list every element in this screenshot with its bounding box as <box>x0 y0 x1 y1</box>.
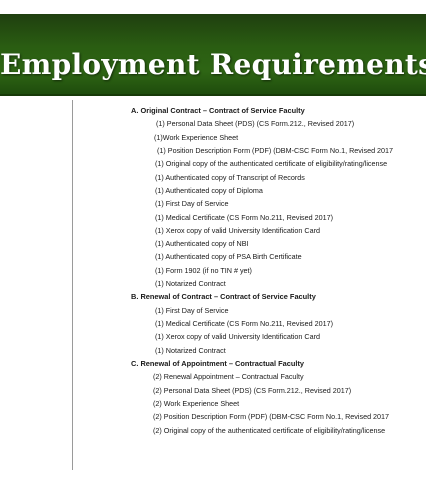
requirement-item: (2) Original copy of the authenticated c… <box>153 425 386 435</box>
requirement-item: (1) Position Description Form (PDF) (DBM… <box>157 146 394 155</box>
requirement-item: (1) Xerox copy of valid University Ident… <box>155 225 320 235</box>
requirement-item: (1) Authenticated copy of Diploma <box>155 185 263 195</box>
margin-line <box>72 100 73 470</box>
page-title: Employment Requirements <box>0 48 426 81</box>
section-heading: B. Renewal of Contract – Contract of Ser… <box>131 292 316 302</box>
requirement-item: (1) First Day of Service <box>155 199 229 209</box>
requirement-item: (1) Authenticated copy of NBI <box>155 239 249 249</box>
requirement-item: (1)Work Experience Sheet <box>154 132 239 142</box>
requirement-item: (2) Personal Data Sheet (PDS) (CS Form.2… <box>153 385 352 395</box>
section-heading: C. Renewal of Appointment – Contractual … <box>131 358 305 368</box>
requirement-item: (1) Original copy of the authenticated c… <box>155 159 388 169</box>
requirement-item: (1) Authenticated copy of PSA Birth Cert… <box>155 252 302 262</box>
top-band <box>0 0 426 14</box>
requirement-item: (1) Notarized Contract <box>155 345 226 355</box>
requirement-item: (1) Personal Data Sheet (PDS) (CS Form.2… <box>156 119 355 129</box>
requirement-item: (1) Medical Certificate (CS Form No.211,… <box>155 212 334 222</box>
requirement-item: (1) Xerox copy of valid University Ident… <box>155 332 320 342</box>
section-heading: A. Original Contract – Contract of Servi… <box>131 106 305 115</box>
requirement-item: (1) Authenticated copy of Transcript of … <box>155 172 305 182</box>
requirement-item: (2) Position Description Form (PDF) (DBM… <box>153 412 390 422</box>
requirement-item: (1) Form 1902 (if no TIN # yet) <box>155 265 252 275</box>
document-page: A. Original Contract – Contract of Servi… <box>0 96 426 480</box>
title-banner: Employment Requirements <box>0 14 426 96</box>
requirement-item: (2) Renewal Appointment – Contractual Fa… <box>153 372 304 382</box>
requirement-item: (1) First Day of Service <box>155 305 229 315</box>
requirement-item: (2) Work Experience Sheet <box>153 398 240 408</box>
requirement-item: (1) Notarized Contract <box>155 279 226 288</box>
requirement-item: (1) Medical Certificate (CS Form No.211,… <box>155 319 334 328</box>
